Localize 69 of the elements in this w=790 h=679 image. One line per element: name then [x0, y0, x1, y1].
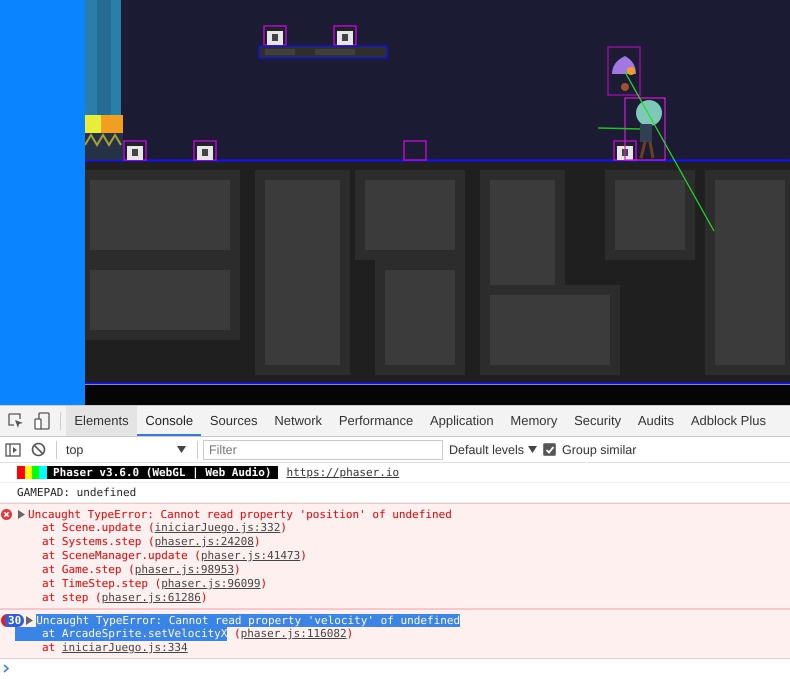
devtools-tab[interactable]: Console — [136, 406, 202, 436]
bin-sprite — [193, 140, 217, 161]
hitbox-outline — [403, 140, 427, 161]
source-link[interactable]: phaser.js:41473 — [200, 549, 300, 563]
stack-paren: ) — [200, 591, 208, 605]
devtools-tab[interactable]: Sources — [201, 406, 266, 436]
levels-dropdown[interactable]: Default levels — [449, 442, 544, 456]
stack-paren: ) — [234, 563, 241, 577]
bin-sprite — [613, 140, 637, 161]
bin-sprite — [333, 25, 357, 46]
dropdown-arrow-icon — [177, 446, 186, 453]
stack-paren: ) — [280, 521, 288, 535]
devtools-tab[interactable]: Network — [266, 406, 330, 436]
stack-paren: ) — [260, 577, 268, 591]
stack-paren: ) — [346, 627, 354, 641]
stack-frame: at — [15, 641, 56, 655]
stack-frame: at step — [15, 591, 88, 605]
source-link[interactable]: iniciarJuego.js:332 — [154, 521, 280, 535]
website-link[interactable]: https://phaser.io — [286, 466, 400, 479]
source-link[interactable]: phaser.js:61286 — [102, 591, 201, 605]
devtools-tab[interactable]: Application — [422, 406, 502, 436]
bin-sprite — [123, 140, 147, 161]
source-link[interactable]: phaser.js:116082 — [240, 627, 347, 641]
log-message: GAMEPAD: undefined — [17, 486, 136, 499]
stack-paren: ) — [300, 549, 307, 563]
stack-frame: at TimeStep.step — [15, 577, 148, 591]
stack-paren: ( — [234, 627, 241, 641]
expand-arrow-icon[interactable] — [18, 510, 25, 518]
context-dropdown[interactable]: top — [62, 442, 192, 456]
devtools-tab[interactable]: Memory — [502, 406, 566, 436]
error-icon — [1, 508, 12, 520]
stack-frame: at Scene.update — [15, 521, 142, 535]
source-link[interactable]: phaser.js:24208 — [154, 535, 254, 549]
source-link[interactable]: iniciarJuego.js:334 — [62, 641, 188, 655]
stack-paren: ( — [194, 549, 201, 563]
source-link[interactable]: phaser.js:96099 — [161, 577, 261, 591]
stack-frame: at Game.step — [15, 563, 122, 577]
clear-console-icon[interactable] — [31, 442, 46, 457]
dropdown-arrow-icon — [528, 446, 538, 453]
stack-paren: ( — [154, 577, 162, 591]
zombie-sprite — [624, 97, 666, 161]
devtools-tab[interactable]: Adblock Plus — [682, 406, 774, 436]
stack-frame: at SceneManager.update — [15, 549, 188, 563]
inspect-icon[interactable] — [8, 413, 24, 429]
stack-paren: ( — [148, 535, 155, 549]
error-message: Uncaught TypeError: Cannot read property 'position' of undefined — [28, 508, 452, 520]
devtools-tab[interactable]: Performance — [330, 406, 422, 436]
stack-paren: ( — [94, 591, 102, 605]
sidebar-toggle-icon[interactable] — [5, 442, 21, 456]
flying-enemy-sprite — [607, 46, 641, 96]
device-icon[interactable] — [34, 412, 50, 430]
prompt-icon[interactable] — [3, 664, 9, 672]
stack-frame: at Systems.step — [15, 535, 142, 549]
stripes-icon — [17, 466, 47, 479]
group-similar-label: Group similar — [562, 442, 636, 456]
bin-sprite — [263, 25, 287, 46]
devtools-tab[interactable]: Audits — [630, 406, 682, 436]
stack-paren: ) — [254, 535, 261, 549]
error-message: Uncaught TypeError: Cannot read property 'velocity' of undefined — [36, 614, 460, 626]
source-link[interactable]: phaser.js:98953 — [134, 563, 234, 577]
count-badge: 30 — [1, 614, 24, 626]
filter-field[interactable]: Filter — [203, 440, 443, 460]
stack-paren: ( — [128, 563, 135, 577]
devtools-tab[interactable]: Elements — [66, 406, 137, 436]
devtools-tab[interactable]: Security — [566, 406, 630, 436]
version-banner: Phaser v3.6.0 (WebGL | Web Audio) — [47, 466, 278, 479]
expand-arrow-icon[interactable] — [26, 616, 34, 624]
group-similar-checkbox[interactable] — [543, 443, 556, 456]
stack-paren: ( — [148, 521, 155, 535]
